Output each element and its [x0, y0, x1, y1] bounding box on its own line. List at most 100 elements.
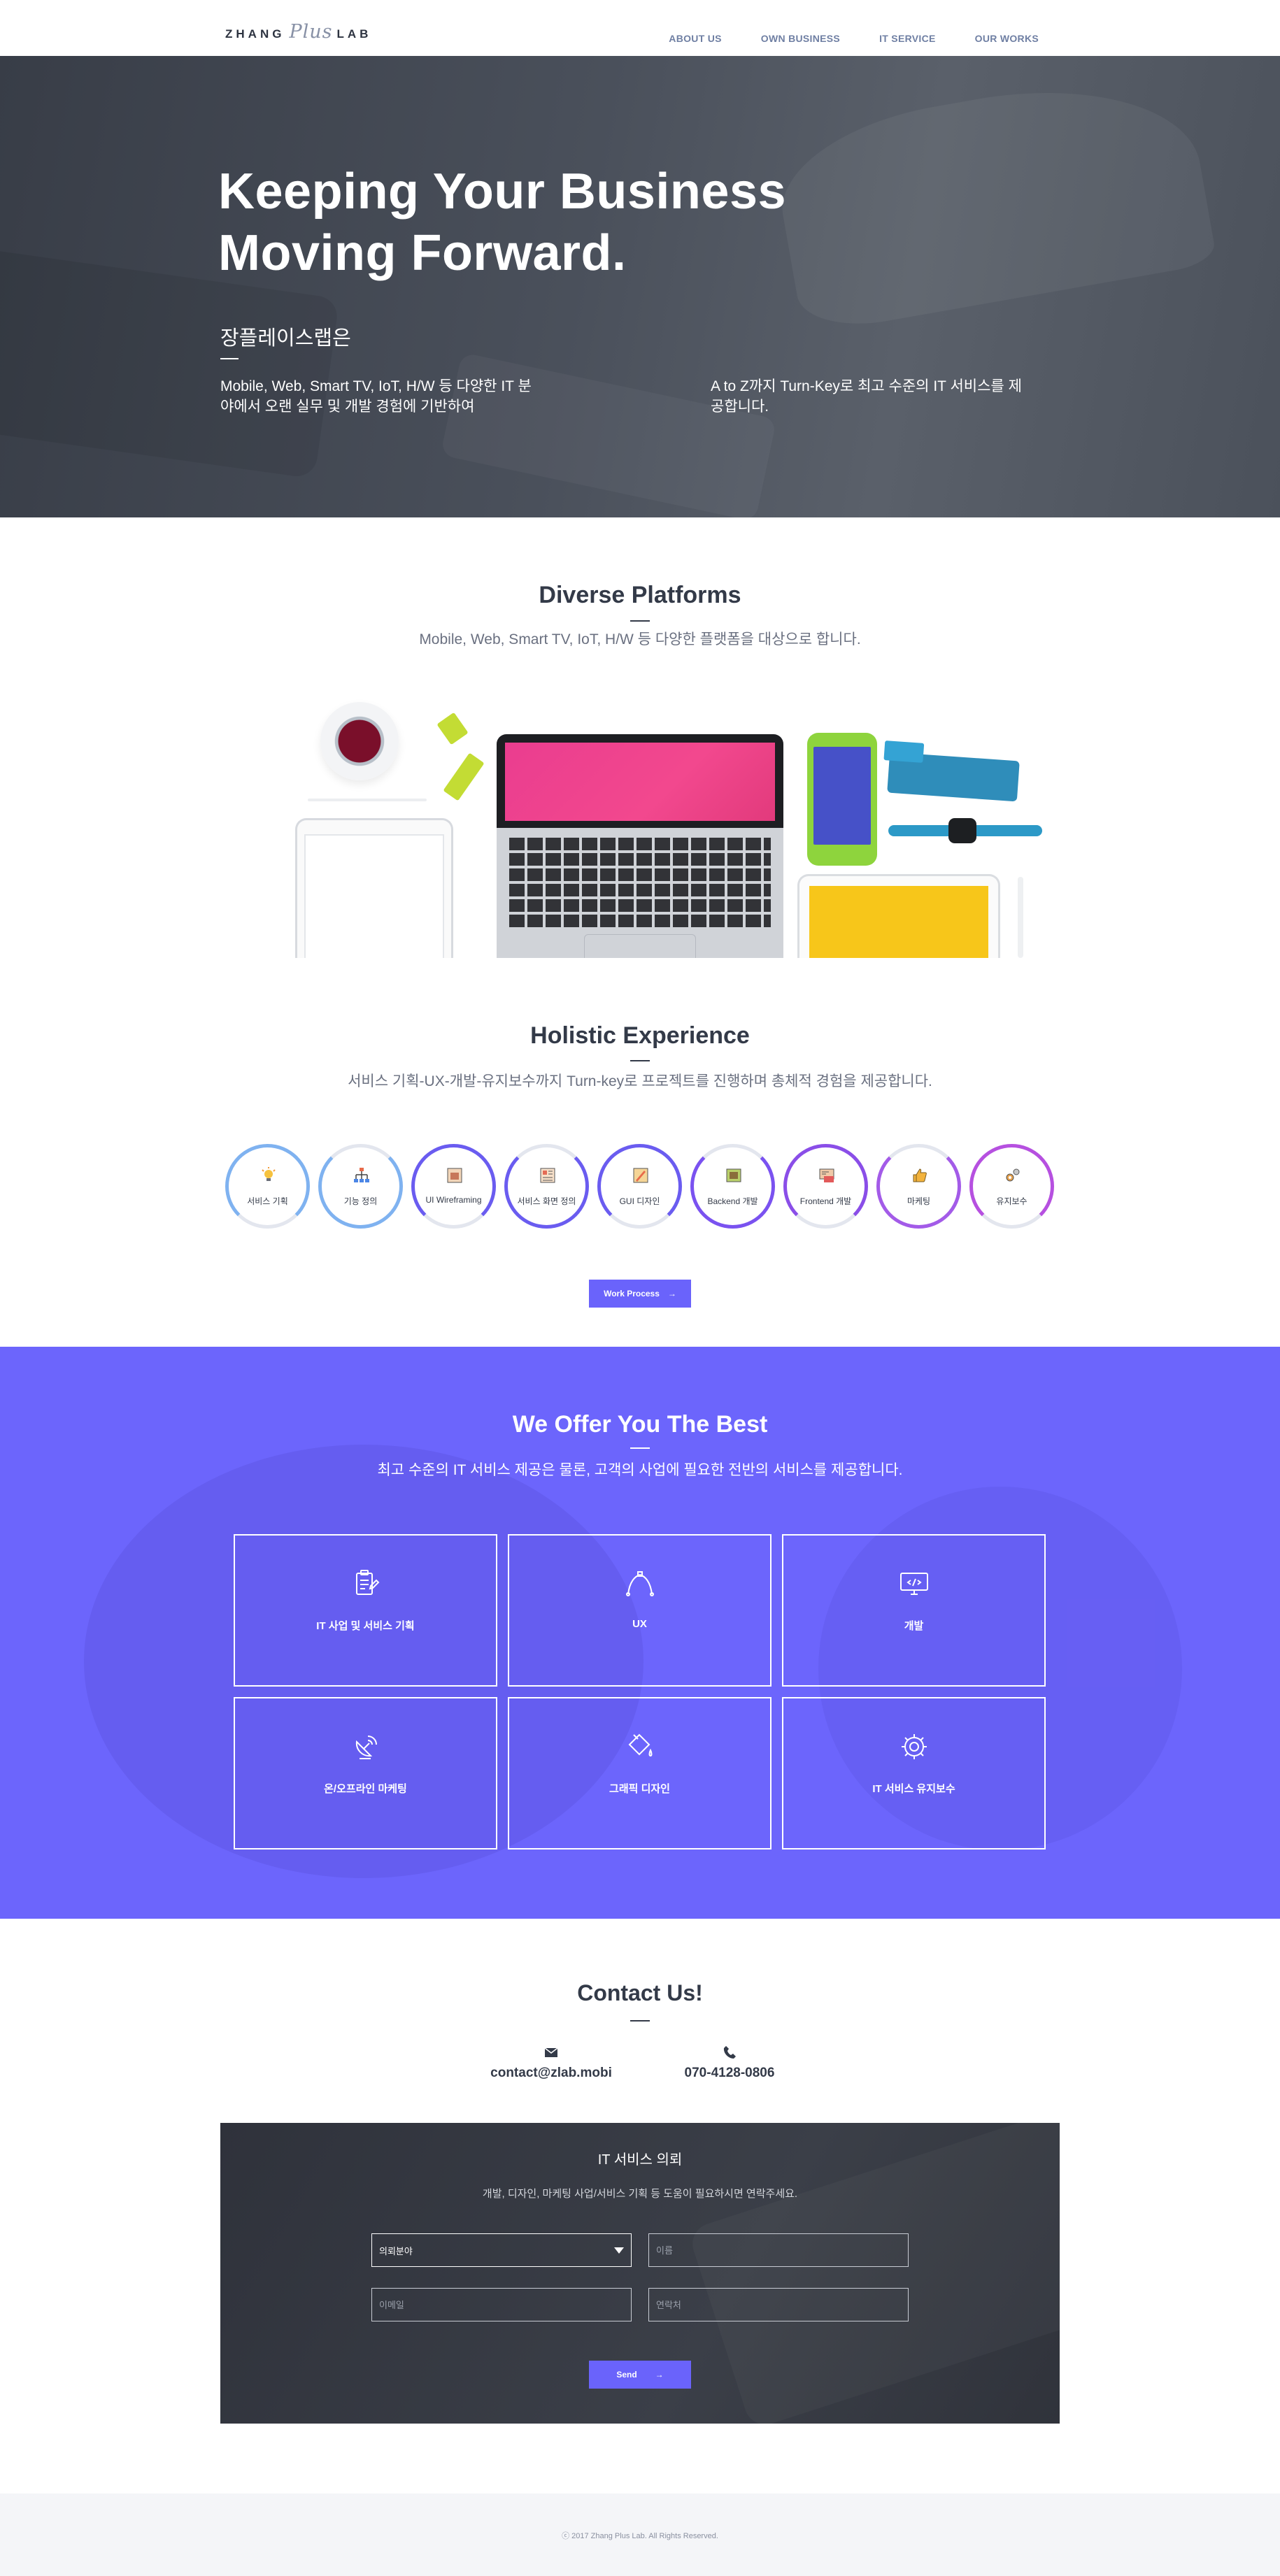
name-input[interactable] [648, 2233, 909, 2267]
step-label: 서비스 기획 [247, 1196, 288, 1206]
service-label: 개발 [904, 1620, 924, 1632]
step-label: 기능 정의 [343, 1196, 378, 1206]
process-steps: 서비스 기획 기능 정의 UI Wireframing 서비스 화면 정의 GU… [225, 1144, 1054, 1229]
logo-right: LAB [336, 27, 372, 41]
step-circle: 유지보수 [969, 1144, 1054, 1229]
service-card-planning[interactable]: IT 사업 및 서비스 기획 [234, 1534, 497, 1687]
logo-left: ZHANG [225, 27, 285, 41]
hero-section: Keeping Your Business Moving Forward. 장플레… [0, 56, 1280, 517]
service-label: UX [632, 1618, 647, 1630]
hero-text-right: A to Z까지 Turn-Key로 최고 수준의 IT 서비스를 제공합니다. [711, 378, 1022, 415]
service-label: IT 서비스 유지보수 [872, 1783, 955, 1795]
nav-our-works[interactable]: OUR WORKS [975, 33, 1039, 44]
step-circle: Backend 개발 [690, 1144, 775, 1229]
footer: ⓒ 2017 Zhang Plus Lab. All Rights Reserv… [0, 2493, 1280, 2576]
step-circle: 서비스 화면 정의 [504, 1144, 589, 1229]
platforms-desc: Mobile, Web, Smart TV, IoT, H/W 등 다양한 플랫… [419, 631, 861, 647]
copyright: ⓒ 2017 Zhang Plus Lab. All Rights Reserv… [562, 2532, 718, 2540]
step-label: Backend 개발 [707, 1196, 758, 1206]
thumbs-up-icon [913, 1168, 927, 1182]
gears-icon [1006, 1168, 1020, 1182]
bezier-pen-icon [626, 1571, 654, 1596]
server-icon [726, 1168, 741, 1182]
design-pencil-icon [633, 1168, 648, 1183]
clipboard-icon [356, 1570, 380, 1595]
service-card-ux[interactable]: UX [508, 1534, 771, 1687]
inquiry-type-value: 의뢰분야 [379, 2245, 413, 2256]
gear-icon [902, 1734, 927, 1759]
phone-device [807, 733, 877, 866]
coffee-mug [320, 702, 399, 780]
offer-section: We Offer You The Best 최고 수준의 IT 서비스 제공은 … [0, 1347, 1280, 1919]
logo-script: Plus [289, 21, 333, 43]
service-card-graphic[interactable]: 그래픽 디자인 [508, 1697, 771, 1849]
contact-title: Contact Us! [577, 1980, 703, 2005]
service-card-maintenance[interactable]: IT 서비스 유지보수 [782, 1697, 1046, 1849]
form-title: IT 서비스 의뢰 [597, 2152, 683, 2168]
step-label: 서비스 화면 정의 [517, 1196, 576, 1206]
screen-layout-icon [540, 1168, 555, 1183]
experience-title: Holistic Experience [530, 1022, 750, 1049]
step-circle: UI Wireframing [411, 1144, 496, 1229]
send-button[interactable]: Send → [589, 2361, 691, 2389]
contact-email[interactable]: contact@zlab.mobi [490, 2045, 613, 2081]
step-circle: 서비스 기획 [225, 1144, 310, 1229]
experience-desc: 서비스 기획-UX-개발-유지보수까지 Turn-key로 프로젝트를 진행하며… [348, 1073, 932, 1089]
step-label: 유지보수 [996, 1196, 1027, 1206]
nav-it-service[interactable]: IT SERVICE [879, 33, 936, 44]
arrow-right-icon: → [667, 1289, 676, 1298]
laptop-device [497, 734, 783, 958]
logo[interactable]: ZHANG Plus LAB [225, 21, 371, 43]
work-process-button[interactable]: Work Process → [589, 1280, 691, 1308]
nav-about-us[interactable]: ABOUT US [669, 33, 722, 44]
form-desc: 개발, 디자인, 마케팅 사업/서비스 기획 등 도움이 필요하시면 연락주세요… [482, 2188, 798, 2200]
email-input[interactable] [371, 2288, 632, 2321]
highlighter [436, 712, 469, 745]
work-process-label: Work Process [604, 1289, 660, 1298]
service-label: 그래픽 디자인 [609, 1783, 670, 1795]
top-nav: ZHANG Plus LAB ABOUT US OWN BUSINESS IT SE… [0, 0, 1280, 56]
service-card-marketing[interactable]: 온/오프라인 마케팅 [234, 1697, 497, 1849]
arrow-right-icon: → [655, 2370, 664, 2380]
services-grid: IT 사업 및 서비스 기획 UX 개발 온/오프라인 마케팅 그래픽 디자인 … [234, 1534, 1046, 1849]
step-label: Frontend 개발 [799, 1196, 852, 1206]
step-circle: Frontend 개발 [783, 1144, 868, 1229]
step-label: GUI 디자인 [619, 1196, 660, 1206]
wireframe-icon [447, 1168, 462, 1183]
caret-down-icon [614, 2247, 624, 2254]
contact-phone-text: 070-4128-0806 [684, 2066, 775, 2080]
phone-icon [723, 2046, 736, 2059]
satellite-dish-icon [355, 1736, 377, 1759]
usb-stick [443, 752, 485, 801]
experience-divider [630, 1060, 650, 1061]
monitor-code-icon [900, 1573, 928, 1595]
tablet-device [295, 818, 453, 958]
main-menu: ABOUT US OWN BUSINESS IT SERVICE OUR WOR… [669, 33, 1039, 44]
inquiry-form: IT 서비스 의뢰 개발, 디자인, 마케팅 사업/서비스 기획 등 도움이 필… [220, 2123, 1060, 2424]
platforms-divider [630, 620, 650, 622]
nav-own-business[interactable]: OWN BUSINESS [761, 33, 840, 44]
code-window-icon [819, 1168, 834, 1182]
envelope-icon [544, 2047, 558, 2057]
hero-subtitle: 장플레이스랩은 [220, 327, 351, 350]
paint-bucket-icon [628, 1733, 653, 1757]
hero-divider [220, 358, 239, 359]
lightbulb-icon [262, 1167, 276, 1181]
phone-input[interactable] [648, 2288, 909, 2321]
tablet-yellow-screen [797, 874, 1000, 958]
offer-desc: 최고 수준의 IT 서비스 제공은 물론, 고객의 사업에 필요한 전반의 서비… [377, 1462, 903, 1478]
pencil-case [883, 740, 1020, 802]
offer-divider [630, 1447, 650, 1449]
step-label: UI Wireframing [425, 1195, 482, 1205]
send-label: Send [616, 2370, 637, 2380]
contact-phone[interactable]: 070-4128-0806 [677, 2045, 782, 2081]
step-circle: GUI 디자인 [597, 1144, 682, 1229]
platforms-title: Diverse Platforms [539, 582, 741, 608]
hero-text-left: Mobile, Web, Smart TV, IoT, H/W 등 다양한 IT… [220, 378, 532, 415]
service-label: IT 사업 및 서비스 기획 [316, 1620, 415, 1632]
offer-title: We Offer You The Best [512, 1411, 768, 1438]
hierarchy-icon [354, 1168, 369, 1182]
step-label: 마케팅 [906, 1196, 931, 1206]
service-card-dev[interactable]: 개발 [782, 1534, 1046, 1687]
inquiry-type-select[interactable]: 의뢰분야 [371, 2233, 632, 2267]
